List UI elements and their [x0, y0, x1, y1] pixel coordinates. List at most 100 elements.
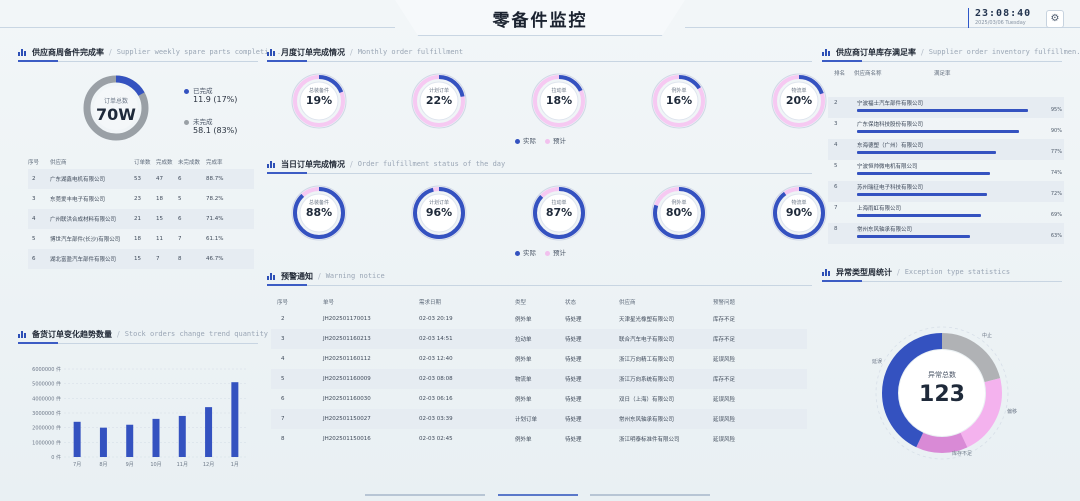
rank-number: 4 — [834, 142, 838, 148]
table-cell: 待处理 — [565, 329, 619, 349]
header: 零备件监控 23:08:40 2025/03/06 Tuesday ⚙ — [0, 0, 1080, 38]
table-row[interactable]: 5 JH202501160009 02-03 08:08 物流单 待处理 浙江万向系统有限… — [271, 369, 807, 389]
gauge-label: 总装备件 88% — [289, 199, 349, 219]
supplier-name: 广东保炮科技股份有限公司 — [857, 122, 924, 128]
table-cell: 15 — [156, 209, 178, 229]
table-row[interactable]: 5 博世汽车部件(长沙)有限公司 18 11 7 61.1% — [28, 229, 254, 249]
legend-label: 未完成 — [193, 118, 213, 126]
gauge-label: 总装备件 19% — [289, 87, 349, 107]
panel-subtitle: Supplier order inventory fulfillmen... — [928, 48, 1080, 56]
list-item[interactable]: 2 宁波福士汽车部件有限公司 95% — [828, 97, 1064, 118]
list-item[interactable]: 5 宁波恒帅微电机有限公司 74% — [828, 160, 1064, 181]
clock-date: 2025/03/06 Tuesday — [975, 20, 1026, 26]
table-cell: 计划订单 — [515, 409, 565, 429]
table-row[interactable]: 2 广东湖鑫电机有限公司 53 47 6 88.7% — [28, 169, 254, 189]
table-cell: 23 — [134, 196, 141, 202]
list-item[interactable]: 3 广东保炮科技股份有限公司 90% — [828, 118, 1064, 139]
col-header: 序号 — [277, 300, 289, 306]
slice-label: 中止 — [982, 332, 992, 339]
col-header: 状态 — [565, 300, 577, 306]
table-cell: 广州联洪合成材料有限公司 — [50, 209, 134, 229]
settings-gear-icon[interactable]: ⚙ — [1046, 10, 1064, 28]
list-item[interactable]: 8 常州东风轴承有限公司 63% — [828, 223, 1064, 244]
gauge-percent: 19% — [305, 94, 333, 107]
table-cell: 02-03 14:51 — [419, 329, 515, 349]
footer-deco-left — [365, 494, 485, 496]
gauge-label: 计划订单 22% — [409, 87, 469, 107]
table-row[interactable]: 4 JH202501160112 02-03 12:40 例外单 待处理 浙江万向精工有限… — [271, 349, 807, 369]
table-row[interactable]: 2 JH202501170013 02-03 20:19 例外单 待处理 天津星光橡塑有限… — [271, 309, 807, 329]
exception-title: 异常类型周统计 / Exception type statistics — [822, 265, 1010, 279]
supplier-name: 常州东风轴承有限公司 — [857, 227, 913, 233]
bar — [126, 424, 134, 457]
table-cell: 例外单 — [515, 437, 532, 443]
list-item[interactable]: 4 东海德塑（广州）有限公司 77% — [828, 139, 1064, 160]
trend-bar-chart: 0 件 1000000 件 2000000 件 3000000 件 4000000 件 5… — [32, 366, 248, 468]
rate-bar — [857, 214, 982, 217]
table-row[interactable]: 3 东莞爱丰电子有限公司 23 18 5 78.2% — [28, 189, 254, 209]
page-title: 零备件监控 — [492, 11, 588, 31]
col-header: 供应商 — [619, 300, 636, 306]
panel-subtitle: Exception type statistics — [904, 268, 1011, 276]
panel-subtitle: Warning notice — [325, 272, 385, 280]
rate-track — [857, 109, 1037, 112]
table-cell: 5 — [178, 196, 182, 202]
panel-underline — [18, 60, 258, 62]
legend-value: 11.9 (17%) — [193, 95, 238, 104]
slice-label: 延误 — [872, 358, 882, 365]
rate-percent: 90% — [1050, 128, 1062, 134]
table-cell: 延误风险 — [713, 397, 736, 403]
table-cell: 湖北富盈汽车部件有限公司 — [50, 249, 134, 269]
table-cell: 71.4% — [206, 209, 254, 229]
table-row[interactable]: 3 JH202501160213 02-03 14:51 拉动单 待处理 联合汽车电子有限… — [271, 329, 807, 349]
panel-underline — [822, 60, 1062, 62]
table-row[interactable]: 7 JH202501150027 02-03 03:39 计划订单 待处理 常州东风轴承有… — [271, 409, 807, 429]
rank-number: 7 — [834, 205, 838, 211]
col-header: 排名 — [834, 71, 846, 77]
legend-dot-icon — [515, 138, 520, 144]
daily-title: 当日订单完成情况 / Order fulfillment status of t… — [267, 157, 505, 171]
table-cell: 天津星光橡塑有限公司 — [619, 317, 675, 323]
trend-title: 备货订单变化趋势数量 / Stock orders change trend q… — [18, 327, 268, 341]
col-header: 完成数 — [156, 160, 173, 166]
gauge-label: 物流单 90% — [769, 199, 829, 219]
list-item[interactable]: 7 上海雨虹有限公司 69% — [828, 202, 1064, 223]
bar — [231, 382, 239, 457]
table-cell: 待处理 — [565, 369, 619, 389]
x-tick-label: 11月 — [177, 462, 188, 468]
rate-track — [857, 235, 1037, 238]
list-item[interactable]: 6 苏州瑞征电子科技有限公司 72% — [828, 181, 1064, 202]
supplier-name: 宁波福士汽车部件有限公司 — [857, 101, 924, 107]
panel-underline — [267, 60, 812, 62]
table-cell: 4 — [28, 209, 50, 229]
table-cell: 浙江万向精工有限公司 — [619, 357, 675, 363]
table-cell: 2 — [28, 169, 50, 189]
legend-pending: 未完成 58.1 (83%) — [184, 116, 237, 135]
table-cell: 7 — [271, 409, 323, 429]
legend-actual: 实际 — [515, 247, 536, 257]
table-cell: 4 — [281, 356, 285, 362]
legend-dot-icon — [545, 250, 550, 256]
table-cell: JH202501170013 — [323, 316, 371, 322]
table-cell: JH202501160112 — [323, 356, 371, 362]
col-header: 需求日期 — [419, 300, 442, 306]
supplier-name: 宁波恒帅微电机有限公司 — [857, 164, 918, 170]
table-cell: 库存不足 — [713, 369, 807, 389]
bar-chart-icon — [267, 160, 276, 168]
rate-percent: 63% — [1050, 233, 1062, 239]
table-row[interactable]: 8 JH202501150016 02-03 02:45 例外单 待处理 浙江明泰标准件有… — [271, 429, 807, 449]
table-cell: 2 — [281, 316, 285, 322]
slice-label: 库存不足 — [952, 450, 972, 457]
legend-plan: 预计 — [545, 247, 566, 257]
x-tick-label: 10月 — [150, 462, 161, 468]
table-cell: 7 — [156, 249, 178, 269]
x-tick-label: 9月 — [126, 462, 134, 468]
table-row[interactable]: 6 湖北富盈汽车部件有限公司 15 7 8 46.7% — [28, 249, 254, 269]
table-row[interactable]: 6 JH202501160030 02-03 06:16 例外单 待处理 双日（上海）有限… — [271, 389, 807, 409]
table-cell: 待处理 — [565, 317, 582, 323]
y-tick-label: 6000000 件 — [32, 366, 61, 373]
panel-title: 预警通知 — [281, 271, 313, 281]
x-tick-label: 1月 — [231, 462, 239, 468]
table-cell: 47 — [156, 169, 178, 189]
table-row[interactable]: 4 广州联洪合成材料有限公司 21 15 6 71.4% — [28, 209, 254, 229]
